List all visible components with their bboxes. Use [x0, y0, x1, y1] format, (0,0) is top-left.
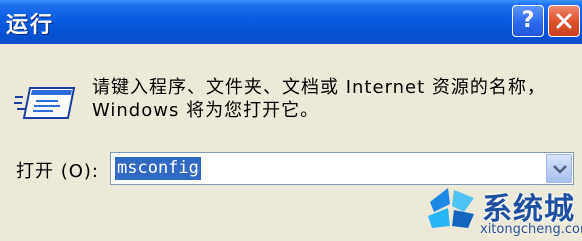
- chevron-down-icon: [553, 165, 567, 174]
- close-button[interactable]: [548, 5, 580, 37]
- run-dialog: 运行 ? 请键入程序、文件夹、文档或 Internet 资源的名称，Window…: [0, 0, 582, 241]
- open-input-value[interactable]: msconfig: [115, 157, 201, 180]
- help-button[interactable]: ?: [512, 5, 544, 37]
- run-description: 请键入程序、文件夹、文档或 Internet 资源的名称，Windows 将为您…: [92, 77, 546, 121]
- dropdown-button[interactable]: [546, 154, 572, 183]
- watermark: 系统城 xitongcheng.com: [424, 182, 582, 241]
- run-program-icon: [14, 87, 76, 119]
- title-bar[interactable]: 运行 ?: [0, 0, 582, 44]
- open-label: 打开 (O):: [16, 161, 99, 182]
- watermark-url: xitongcheng.com: [480, 222, 582, 237]
- open-combobox[interactable]: msconfig: [110, 152, 574, 185]
- watermark-logo-icon: [428, 188, 474, 228]
- close-icon: [556, 13, 572, 29]
- window-title: 运行: [6, 13, 55, 38]
